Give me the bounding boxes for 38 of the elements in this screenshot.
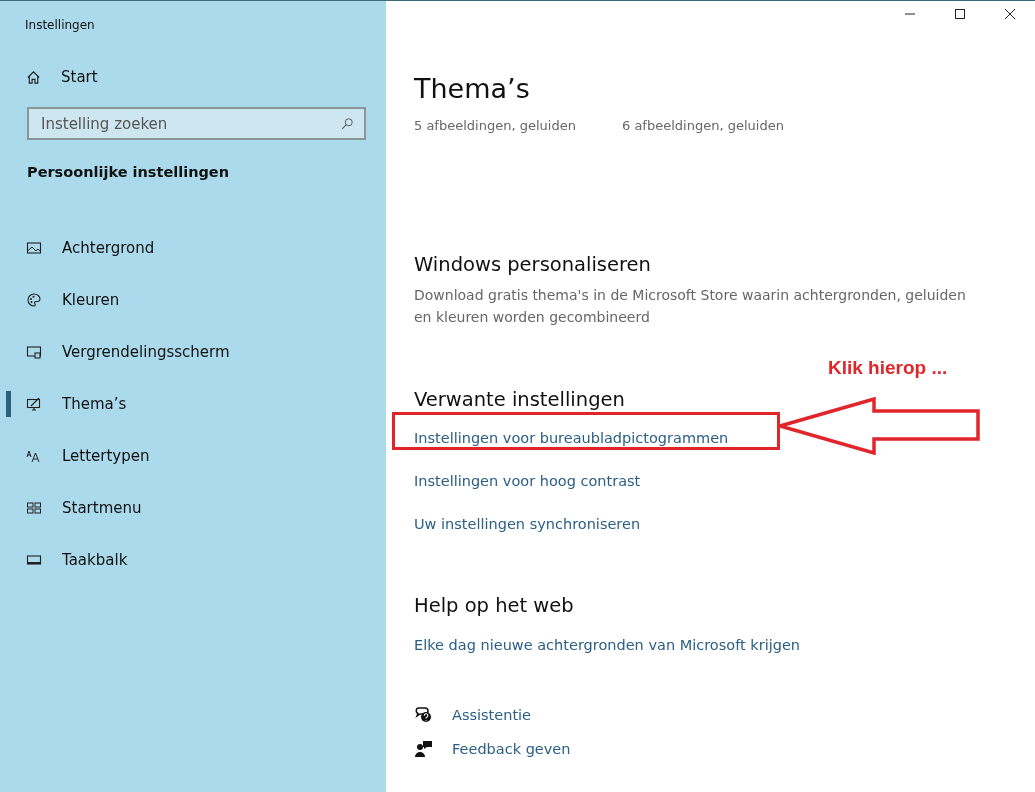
search-field[interactable]: Instelling zoeken (27, 107, 366, 140)
window-title: Instellingen (25, 18, 96, 32)
person-speech-icon (414, 739, 434, 759)
home-icon (26, 69, 41, 85)
chat-question-icon (414, 705, 434, 725)
annotation-text: Klik hierop ... (828, 357, 948, 379)
maximize-icon (954, 8, 966, 20)
taskbar-icon (26, 552, 42, 568)
theme-detail: 6 afbeeldingen, geluiden (622, 118, 785, 133)
help-link[interactable]: Assistentie (452, 707, 532, 723)
palette-icon (26, 292, 42, 308)
home-nav-item[interactable]: Start (0, 66, 386, 88)
sidebar-item[interactable]: Achtergrond (0, 222, 386, 274)
font-icon (26, 448, 42, 464)
theme-detail: 5 afbeeldingen, geluiden (414, 118, 577, 133)
search-icon (340, 117, 354, 131)
picture-icon (26, 240, 42, 256)
settings-link[interactable]: Instellingen voor hoog contrast (414, 473, 641, 489)
description-text: Download gratis thema's in de Microsoft Store waarin achtergronden, geluiden en kleuren worden gecombineerd (414, 286, 967, 327)
sidebar-item[interactable]: Taakbalk (0, 534, 386, 586)
web-link[interactable]: Elke dag nieuwe achtergronden van Microsoft krijgen (414, 637, 1035, 653)
tiles-icon (26, 500, 42, 516)
section-heading: Windows personaliseren (414, 253, 652, 276)
feedback-link[interactable]: Feedback geven (452, 741, 571, 757)
sidebar-item[interactable]: Thema’s (0, 378, 386, 430)
settings-link[interactable]: Uw instellingen synchroniseren (414, 516, 641, 532)
sidebar-item[interactable]: Startmenu (0, 482, 386, 534)
section-heading: Help op het web (414, 594, 575, 617)
section-heading: Verwante instellingen (414, 388, 626, 411)
sidebar-item[interactable]: Vergrendelingsscherm (0, 326, 386, 378)
section-heading: Persoonlijke instellingen (27, 164, 230, 182)
page-title: Thema’s (414, 73, 531, 104)
lock-screen-icon (26, 344, 42, 360)
settings-link[interactable]: Instellingen voor bureaubladpictogrammen (414, 430, 729, 446)
brush-monitor-icon (26, 396, 42, 412)
sidebar-item[interactable]: Lettertypen (0, 430, 386, 482)
close-icon (1004, 8, 1016, 20)
sidebar-item[interactable]: Kleuren (0, 274, 386, 326)
